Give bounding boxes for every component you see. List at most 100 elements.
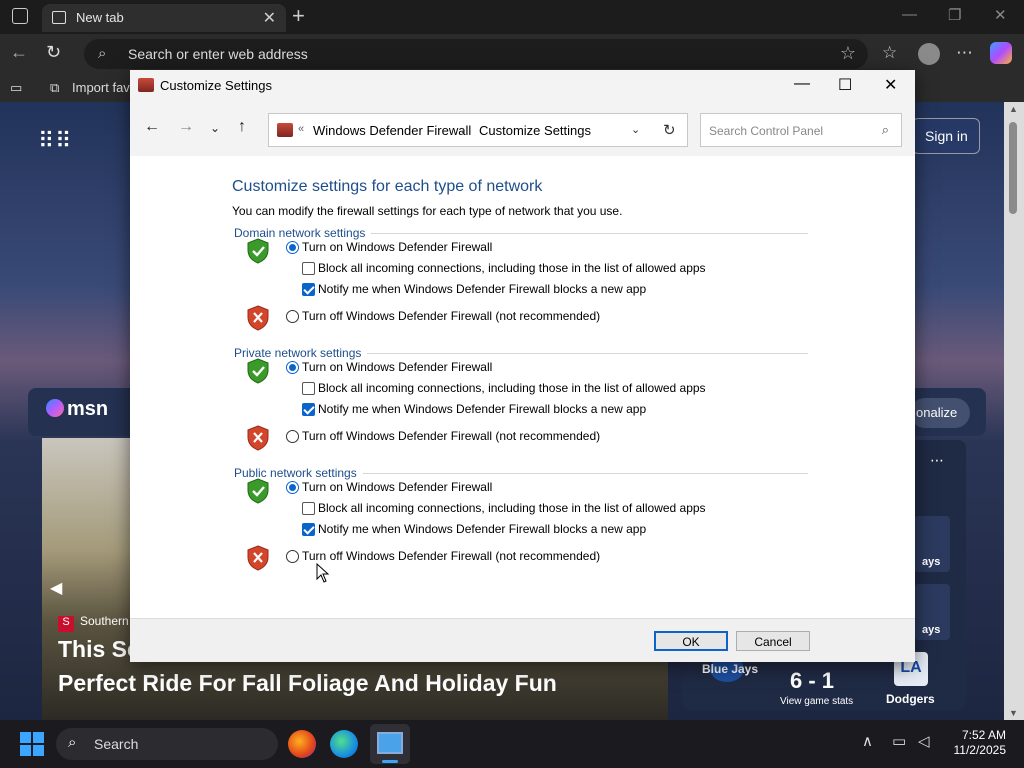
new-tab-icon[interactable]: + (292, 3, 305, 29)
private-turn-on-label[interactable]: Turn on Windows Defender Firewall (302, 360, 492, 374)
close-icon[interactable]: ✕ (884, 75, 897, 95)
up-level-icon[interactable]: ↑ (238, 118, 246, 136)
public-notify-label[interactable]: Notify me when Windows Defender Firewall… (318, 522, 646, 536)
public-block-label[interactable]: Block all incoming connections, includin… (318, 501, 706, 515)
window-title-bar[interactable]: Customize Settings — ☐ ✕ (130, 70, 915, 102)
public-turn-off-label[interactable]: Turn off Windows Defender Firewall (not … (302, 549, 600, 563)
domain-turn-off-label[interactable]: Turn off Windows Defender Firewall (not … (302, 309, 600, 323)
start-button[interactable] (20, 732, 44, 756)
search-icon[interactable]: ⌕ (882, 122, 889, 138)
game-stats-link[interactable]: View game stats (780, 696, 853, 707)
private-network-section: Private network settings Turn on Windows… (234, 346, 808, 466)
taskbar-search[interactable]: ⌕ Search (56, 728, 278, 760)
edge-icon[interactable] (330, 730, 358, 758)
browser-close-icon[interactable]: ✕ (994, 6, 1007, 24)
tab-new-tab[interactable]: New tab ✕ (42, 4, 286, 32)
breadcrumb-separator[interactable]: › (461, 122, 465, 137)
public-notify-checkbox[interactable] (302, 523, 315, 536)
cancel-button[interactable]: Cancel (736, 631, 810, 651)
domain-notify-checkbox[interactable] (302, 283, 315, 296)
team-left-name: Blue Jays (702, 662, 759, 676)
forward-icon[interactable]: → (178, 118, 194, 136)
page-scrollbar[interactable]: ▲ ▼ (1004, 102, 1024, 720)
msn-logo[interactable]: msn (46, 398, 108, 421)
domain-turn-off-radio[interactable] (286, 310, 299, 323)
game-score[interactable]: 6 - 1 (790, 668, 834, 694)
tab-title: New tab (76, 10, 124, 25)
public-block-checkbox[interactable] (302, 502, 315, 515)
import-favorites-icon: ⧉ (50, 80, 60, 95)
headline-line-2[interactable]: Perfect Ride For Fall Foliage And Holida… (58, 670, 557, 697)
carousel-prev-icon[interactable]: ◀ (50, 578, 62, 598)
private-block-label[interactable]: Block all incoming connections, includin… (318, 381, 706, 395)
volume-icon[interactable]: ◁ (918, 732, 930, 750)
copilot-icon[interactable] (990, 42, 1012, 64)
address-dropdown-icon[interactable]: ⌄ (631, 123, 640, 136)
team-tile[interactable]: ays (914, 516, 950, 572)
breadcrumb-customize-settings[interactable]: Customize Settings (479, 123, 591, 138)
breadcrumb-overflow[interactable]: « (298, 123, 304, 135)
browser-toolbar: ← ↻ ⌕ Search or enter web address ☆ ☆ ⋯ (0, 34, 1024, 74)
private-block-checkbox[interactable] (302, 382, 315, 395)
search-control-panel-input[interactable]: Search Control Panel ⌕ (700, 113, 902, 147)
private-turn-on-radio[interactable] (286, 361, 299, 374)
private-notify-checkbox[interactable] (302, 403, 315, 416)
private-turn-off-radio[interactable] (286, 430, 299, 443)
navigation-bar: ← → ⌄ ↑ « Windows Defender Firewall › Cu… (130, 102, 915, 156)
domain-notify-label[interactable]: Notify me when Windows Defender Firewall… (318, 282, 646, 296)
back-icon[interactable]: ← (10, 42, 28, 63)
control-panel-icon (377, 732, 403, 754)
ok-button[interactable]: OK (654, 631, 728, 651)
more-options-icon[interactable]: ⋯ (956, 43, 973, 63)
system-clock[interactable]: 7:52 AM 11/2/2025 (950, 728, 1007, 758)
close-tab-icon[interactable]: ✕ (263, 8, 276, 28)
minimize-icon[interactable]: — (794, 75, 810, 93)
sidebar-icon[interactable]: ▭ (10, 80, 22, 96)
personalize-button[interactable]: onalize (910, 398, 970, 428)
show-hidden-icons-icon[interactable]: ∧ (862, 732, 873, 750)
apps-grid-icon[interactable]: ⠿⠿ (38, 128, 72, 154)
private-turn-off-label[interactable]: Turn off Windows Defender Firewall (not … (302, 429, 600, 443)
browser-restore-icon[interactable]: ❐ (948, 6, 961, 24)
settings-content: Customize settings for each type of netw… (130, 156, 915, 618)
mouse-cursor-icon (316, 563, 330, 583)
team-right-name: Dodgers (886, 692, 935, 706)
scroll-thumb[interactable] (1009, 122, 1017, 214)
address-bar[interactable]: ⌕ Search or enter web address ☆ (84, 39, 868, 69)
public-turn-on-radio[interactable] (286, 481, 299, 494)
breadcrumb-firewall[interactable]: Windows Defender Firewall (313, 123, 471, 138)
more-options-icon[interactable]: ⋯ (930, 452, 944, 469)
shield-check-icon (247, 478, 269, 504)
team-tile[interactable]: ays (914, 584, 950, 640)
scroll-up-icon[interactable]: ▲ (1009, 104, 1018, 114)
domain-block-checkbox[interactable] (302, 262, 315, 275)
maximize-icon[interactable]: ☐ (838, 75, 852, 95)
public-turn-off-radio[interactable] (286, 550, 299, 563)
scroll-down-icon[interactable]: ▼ (1009, 708, 1018, 718)
refresh-icon[interactable]: ↻ (663, 121, 676, 139)
browser-minimize-icon[interactable]: — (902, 6, 917, 23)
domain-turn-on-label[interactable]: Turn on Windows Defender Firewall (302, 240, 492, 254)
network-icon[interactable]: ▭ (892, 732, 906, 750)
public-turn-on-label[interactable]: Turn on Windows Defender Firewall (302, 480, 492, 494)
domain-block-label[interactable]: Block all incoming connections, includin… (318, 261, 706, 275)
sign-in-button[interactable]: Sign in (912, 118, 980, 154)
windows-taskbar: ⌕ Search ∧ ▭ ◁ 7:52 AM 11/2/2025 (0, 720, 1024, 768)
refresh-icon[interactable]: ↻ (46, 42, 61, 63)
private-notify-label[interactable]: Notify me when Windows Defender Firewall… (318, 402, 646, 416)
browser-tab-strip: New tab ✕ + — ❐ ✕ (0, 0, 1024, 34)
control-panel-taskbar-button[interactable] (370, 724, 410, 764)
profile-avatar[interactable] (918, 43, 940, 65)
search-placeholder: Search Control Panel (709, 124, 824, 138)
headline-line-1[interactable]: This Sc (58, 636, 140, 663)
favorite-star-icon[interactable]: ☆ (840, 43, 856, 64)
tab-actions-icon[interactable] (12, 8, 28, 24)
firefox-icon[interactable] (288, 730, 316, 758)
favorites-icon[interactable]: ☆ (882, 43, 897, 63)
shield-check-icon (247, 238, 269, 264)
back-icon[interactable]: ← (144, 118, 160, 136)
recent-locations-icon[interactable]: ⌄ (210, 121, 220, 135)
breadcrumb[interactable]: « Windows Defender Firewall › Customize … (268, 113, 688, 147)
import-favorites-link[interactable]: Import favo (72, 80, 137, 95)
domain-turn-on-radio[interactable] (286, 241, 299, 254)
